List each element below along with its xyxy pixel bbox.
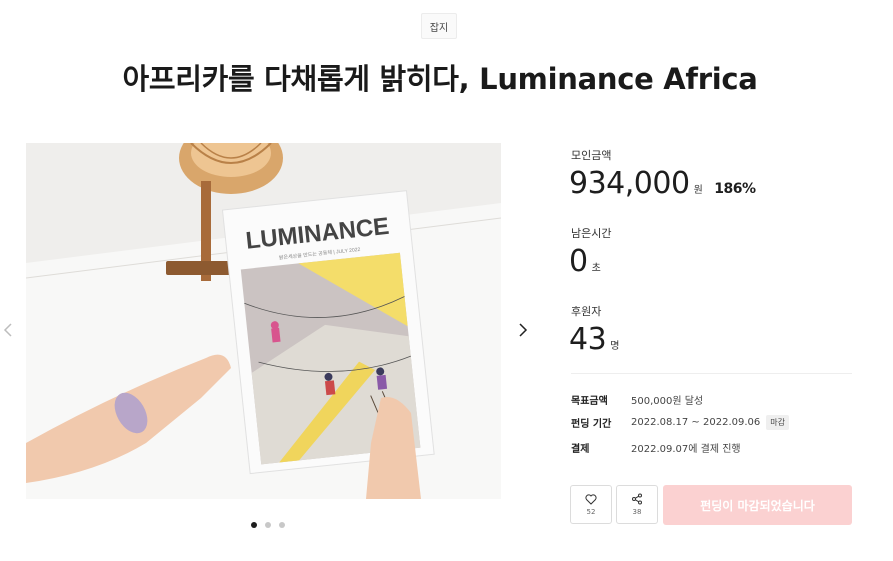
- remaining-time-unit: 초: [591, 263, 601, 274]
- goal-key: 목표금액: [571, 396, 608, 407]
- goal-row: 목표금액 500,000원 달성: [571, 392, 703, 407]
- backers-label: 후원자: [571, 305, 602, 318]
- gallery-dot[interactable]: [265, 522, 271, 528]
- gallery-dot[interactable]: [279, 522, 285, 528]
- backers: 43 명: [569, 322, 619, 357]
- gallery-pagination: [251, 522, 285, 528]
- share-button[interactable]: 38: [616, 485, 658, 524]
- funding-period-key: 펀딩 기간: [571, 419, 612, 430]
- goal-value: 500,000원 달성: [631, 396, 704, 407]
- gallery-dot[interactable]: [251, 522, 257, 528]
- raised-amount-unit: 원: [693, 185, 703, 196]
- achievement-percent: 186%: [714, 181, 756, 197]
- gallery-next-button[interactable]: [515, 318, 531, 342]
- remaining-time: 0 초: [569, 244, 601, 279]
- remaining-time-label: 남은시간: [571, 227, 612, 240]
- funding-closed-button[interactable]: 펀딩이 마감되었습니다: [663, 485, 852, 525]
- divider: [571, 373, 852, 374]
- remaining-time-value: 0: [569, 244, 588, 279]
- payment-value: 2022.09.07에 결제 진행: [631, 444, 741, 455]
- share-count: 38: [632, 508, 642, 516]
- share-icon: [632, 493, 642, 505]
- like-button[interactable]: 52: [570, 485, 612, 524]
- status-badge: 마감: [766, 415, 789, 430]
- payment-row: 결제 2022.09.07에 결제 진행: [571, 440, 741, 455]
- raised-amount: 934,000 원 186%: [569, 166, 756, 201]
- payment-key: 결제: [571, 444, 590, 455]
- raised-amount-label: 모인금액: [571, 149, 612, 162]
- funding-period-row: 펀딩 기간 2022.08.17 ~ 2022.09.06 마감: [571, 415, 789, 430]
- backers-unit: 명: [610, 341, 619, 352]
- heart-icon: [585, 493, 597, 505]
- like-count: 52: [586, 507, 596, 516]
- product-image: LUMINANCE 밝은세상을 만드는 공동체 | JULY 2022: [26, 143, 501, 499]
- backers-value: 43: [569, 322, 607, 357]
- category-tag[interactable]: 잡지: [421, 13, 457, 39]
- raised-amount-value: 934,000: [569, 166, 690, 201]
- chevron-right-icon: [519, 323, 528, 337]
- gallery-prev-button[interactable]: [0, 318, 16, 342]
- funding-period-value: 2022.08.17 ~ 2022.09.06: [631, 417, 761, 428]
- page-title: 아프리카를 다채롭게 밝히다, Luminance Africa: [122, 62, 758, 96]
- chevron-left-icon: [3, 323, 12, 337]
